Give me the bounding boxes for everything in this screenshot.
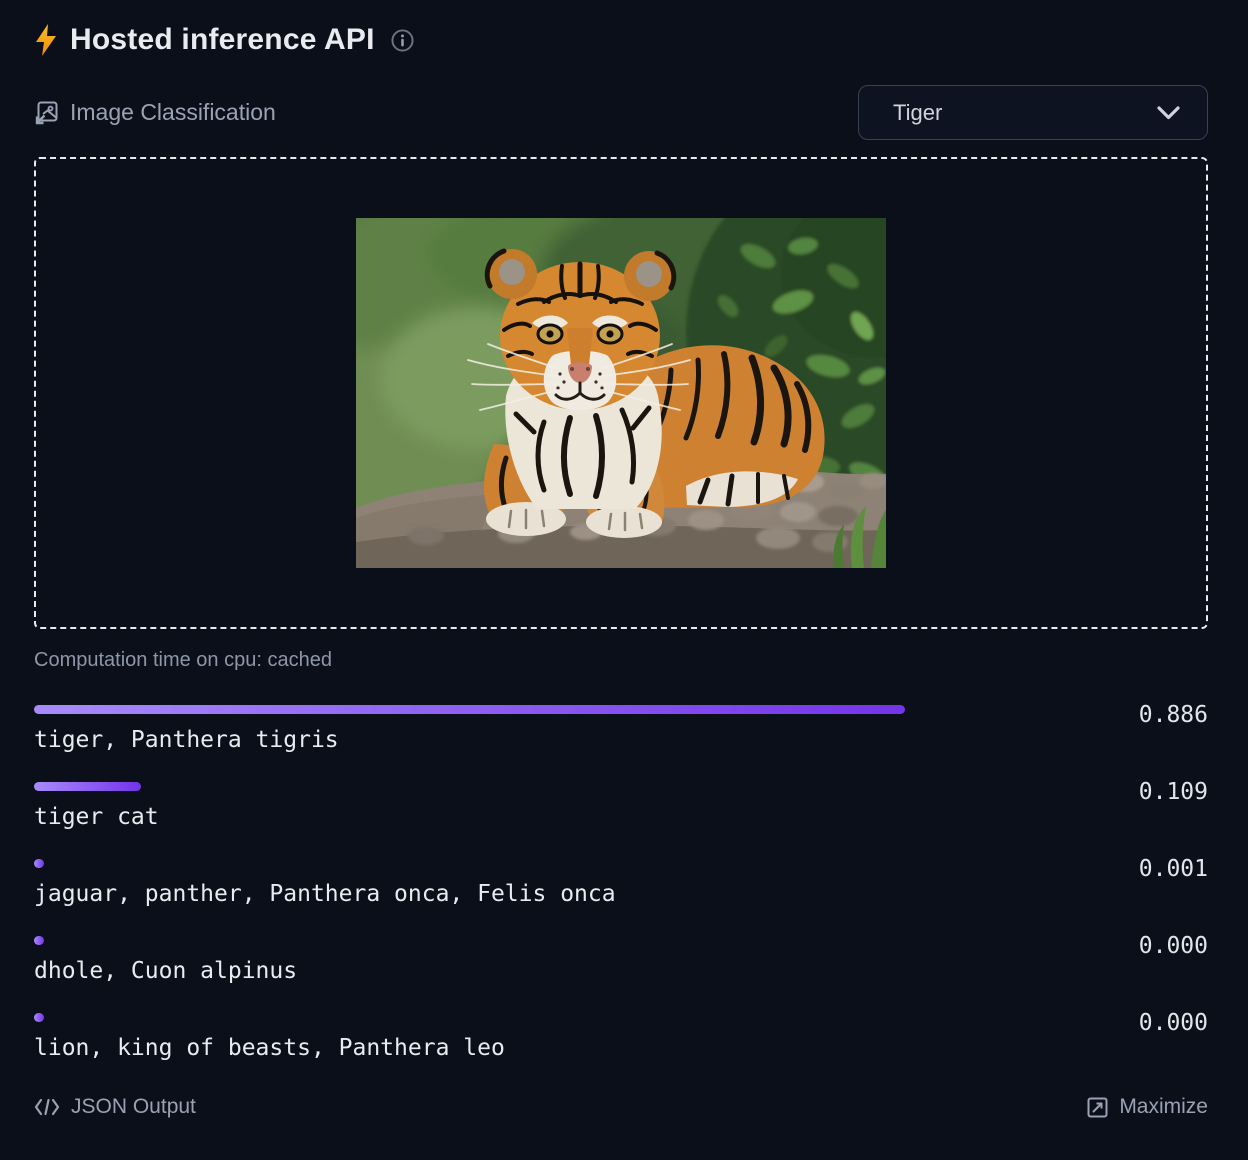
maximize-label: Maximize [1119, 1095, 1208, 1119]
result-score: 0.109 [1139, 779, 1208, 805]
example-dropdown-value: Tiger [893, 100, 942, 126]
lightning-icon [34, 24, 58, 56]
result-label: jaguar, panther, Panthera onca, Felis on… [34, 881, 1208, 907]
result-score: 0.000 [1139, 933, 1208, 959]
score-bar [34, 936, 44, 945]
classification-results: tiger, Panthera tigris 0.886 tiger cat 0… [34, 705, 1208, 1058]
result-row: tiger, Panthera tigris 0.886 [34, 705, 1208, 750]
result-row: jaguar, panther, Panthera onca, Felis on… [34, 859, 1208, 904]
info-icon[interactable] [391, 29, 414, 52]
json-output-button[interactable]: JSON Output [34, 1095, 196, 1119]
score-bar-track [34, 859, 1017, 868]
result-score: 0.000 [1139, 1010, 1208, 1036]
image-classification-icon [34, 100, 59, 125]
score-bar [34, 705, 905, 714]
result-row: dhole, Cuon alpinus 0.000 [34, 936, 1208, 981]
widget-footer: JSON Output Maximize [34, 1095, 1208, 1119]
chevron-down-icon [1157, 106, 1180, 120]
image-dropzone[interactable] [34, 157, 1208, 629]
hosted-inference-widget: Hosted inference API Image Classificatio… [0, 0, 1248, 1147]
result-row: tiger cat 0.109 [34, 782, 1208, 827]
score-bar [34, 782, 141, 791]
tiger-image [356, 218, 886, 568]
task-row: Image Classification Tiger [34, 85, 1208, 140]
page-title: Hosted inference API [70, 23, 375, 57]
score-bar-track [34, 782, 1017, 791]
score-bar-track [34, 1013, 1017, 1022]
task-type: Image Classification [34, 99, 276, 126]
widget-header: Hosted inference API [34, 22, 1208, 58]
maximize-icon [1087, 1097, 1108, 1118]
result-score: 0.001 [1139, 856, 1208, 882]
task-label: Image Classification [70, 99, 276, 126]
result-label: dhole, Cuon alpinus [34, 958, 1208, 984]
result-label: lion, king of beasts, Panthera leo [34, 1035, 1208, 1061]
result-row: lion, king of beasts, Panthera leo 0.000 [34, 1013, 1208, 1058]
code-icon [34, 1098, 60, 1116]
computation-time: Computation time on cpu: cached [34, 649, 1208, 672]
result-label: tiger, Panthera tigris [34, 727, 1208, 753]
score-bar-track [34, 705, 1017, 714]
score-bar [34, 1013, 44, 1022]
result-label: tiger cat [34, 804, 1208, 830]
score-bar [34, 859, 44, 868]
json-output-label: JSON Output [71, 1095, 196, 1119]
score-bar-track [34, 936, 1017, 945]
example-dropdown[interactable]: Tiger [858, 85, 1208, 140]
maximize-button[interactable]: Maximize [1087, 1095, 1208, 1119]
result-score: 0.886 [1139, 702, 1208, 728]
